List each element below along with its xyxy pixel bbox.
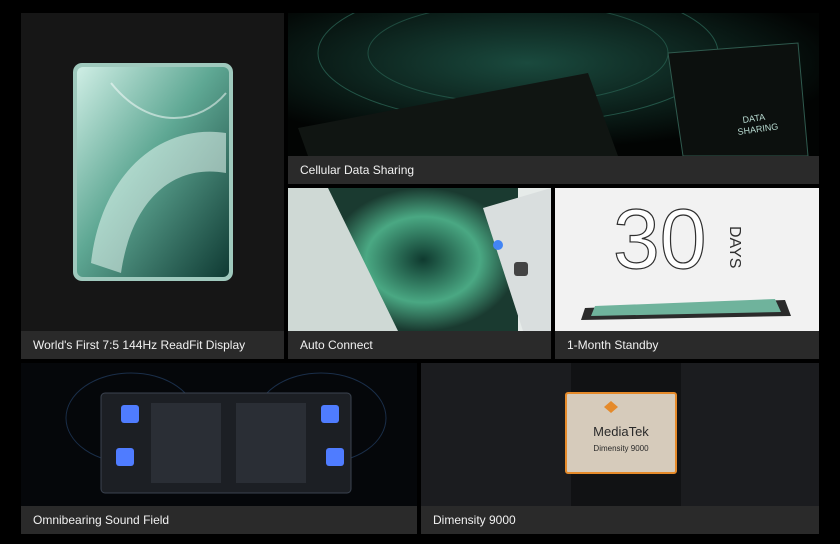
tile-chip-caption: Dimensity 9000 (421, 506, 819, 534)
tile-sound[interactable]: Omnibearing Sound Field (21, 363, 417, 534)
standby-unit: DAYS (726, 226, 743, 268)
tile-auto-connect-caption: Auto Connect (288, 331, 551, 359)
tile-cellular[interactable]: DATA SHARING Cellular Data Sharing (288, 13, 819, 184)
feature-grid: World's First 7:5 144Hz ReadFit Display … (0, 0, 840, 544)
tile-standby-caption: 1-Month Standby (555, 331, 819, 359)
sound-image (21, 363, 417, 506)
tile-sound-caption: Omnibearing Sound Field (21, 506, 417, 534)
chip-image: MediaTek Dimensity 9000 (421, 363, 819, 506)
tile-auto-connect[interactable]: Auto Connect (288, 188, 551, 359)
cellular-image: DATA SHARING (288, 13, 819, 156)
tablet-image (21, 13, 284, 331)
tile-standby[interactable]: 30 DAYS 1-Month Standby (555, 188, 819, 359)
tile-display-caption: World's First 7:5 144Hz ReadFit Display (21, 331, 284, 359)
standby-number: 30 (613, 192, 706, 286)
chip-model: Dimensity 9000 (593, 444, 649, 453)
auto-connect-image (288, 188, 551, 331)
tile-display[interactable]: World's First 7:5 144Hz ReadFit Display (21, 13, 284, 359)
tile-cellular-caption: Cellular Data Sharing (288, 156, 819, 184)
standby-image: 30 DAYS (555, 188, 819, 331)
chip-brand: MediaTek (593, 424, 649, 439)
tile-chip[interactable]: MediaTek Dimensity 9000 Dimensity 9000 (421, 363, 819, 534)
